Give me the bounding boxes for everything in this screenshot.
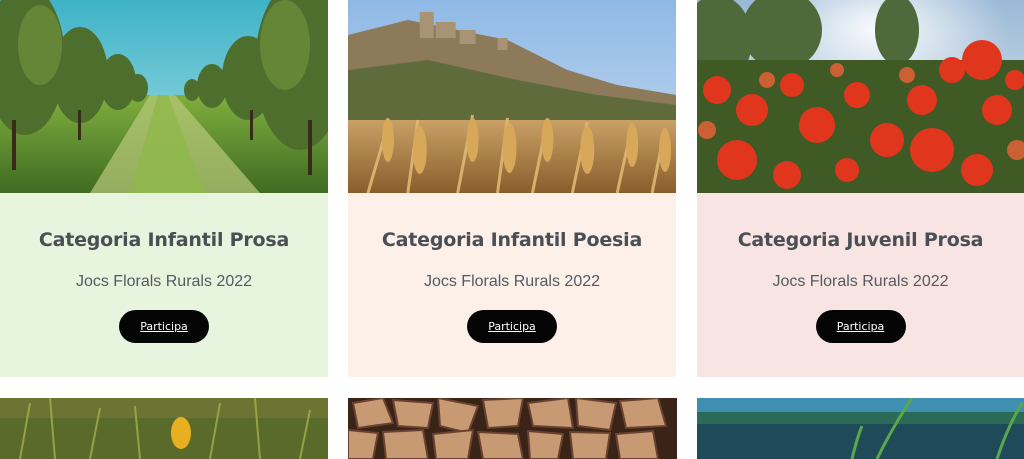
category-card-infantil-poesia: Categoria Infantil Poesia Jocs Florals R… xyxy=(348,0,676,377)
card-subtitle: Jocs Florals Rurals 2022 xyxy=(772,273,949,290)
card-title: Categoria Juvenil Prosa xyxy=(737,229,984,251)
card-title: Categoria Infantil Prosa xyxy=(38,229,290,251)
firewood-stack-image xyxy=(348,398,677,459)
wheat-field-image xyxy=(348,0,676,193)
participa-button[interactable]: Participa xyxy=(467,310,557,343)
card-body: Categoria Infantil Prosa Jocs Florals Ru… xyxy=(0,193,328,377)
meadow-flower-image xyxy=(0,398,328,459)
card-subtitle: Jocs Florals Rurals 2022 xyxy=(75,273,253,290)
olive-orchard-image xyxy=(0,0,328,193)
grass-lake-image xyxy=(697,398,1024,459)
category-card-infantil-prosa: Categoria Infantil Prosa Jocs Florals Ru… xyxy=(0,0,328,377)
card-body: Categoria Infantil Poesia Jocs Florals R… xyxy=(348,193,676,377)
card-title: Categoria Infantil Poesia xyxy=(381,229,643,251)
category-grid: Categoria Infantil Prosa Jocs Florals Ru… xyxy=(0,0,1024,459)
category-card-juvenil-prosa: Categoria Juvenil Prosa Jocs Florals Rur… xyxy=(697,0,1024,377)
participa-button[interactable]: Participa xyxy=(815,310,906,343)
card-subtitle: Jocs Florals Rurals 2022 xyxy=(423,273,601,290)
participa-button[interactable]: Participa xyxy=(119,310,209,343)
poppy-field-image xyxy=(697,0,1024,193)
card-body: Categoria Juvenil Prosa Jocs Florals Rur… xyxy=(697,193,1024,377)
